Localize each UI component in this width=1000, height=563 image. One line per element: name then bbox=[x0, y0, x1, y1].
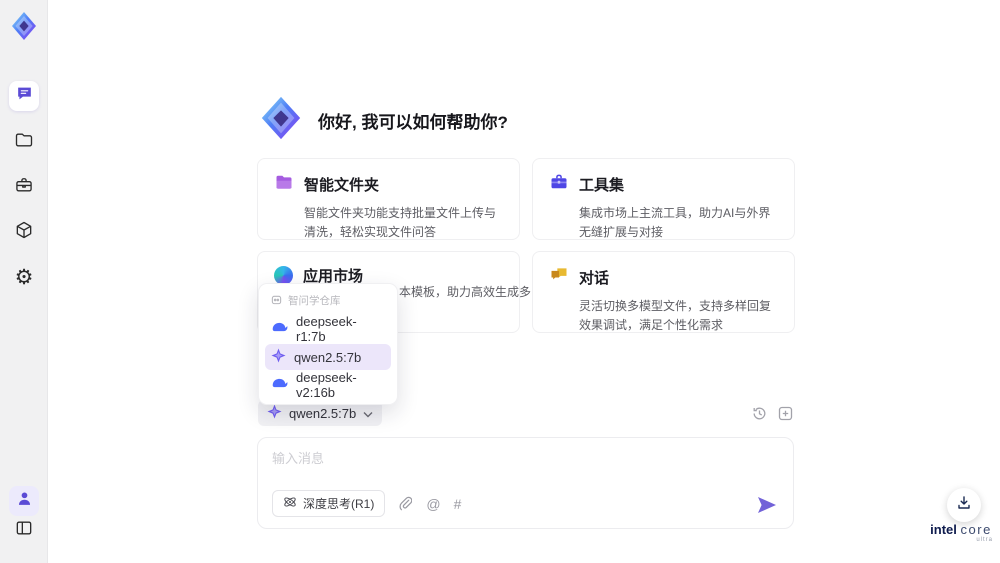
sidebar-item-account[interactable] bbox=[9, 486, 39, 516]
new-chat-icon[interactable] bbox=[777, 405, 794, 422]
greeting-logo-icon bbox=[258, 95, 304, 146]
send-icon[interactable] bbox=[757, 496, 777, 514]
attachment-icon[interactable] bbox=[398, 496, 413, 511]
chevron-down-icon bbox=[363, 406, 373, 421]
qwen-icon bbox=[267, 404, 282, 422]
card-description: 智能文件夹功能支持批量文件上传与清洗，轻松实现文件问答 bbox=[304, 206, 497, 239]
greeting-row: 你好, 我可以如何帮助你? bbox=[258, 95, 508, 146]
folder-icon bbox=[14, 130, 34, 155]
card-description: 集成市场上主流工具，助力AI与外界无缝扩展与对接 bbox=[579, 206, 771, 239]
app-logo-icon[interactable] bbox=[8, 10, 40, 42]
qwen-icon bbox=[271, 348, 286, 366]
model-option-label: qwen2.5:7b bbox=[294, 349, 362, 365]
model-option-label: deepseek-r1:7b bbox=[296, 314, 357, 344]
model-option-qwen[interactable]: qwen2.5:7b bbox=[265, 344, 391, 370]
sidebar-item-folders[interactable] bbox=[9, 127, 39, 157]
model-option-deepseek-v2[interactable]: deepseek-v2:16b bbox=[265, 370, 391, 400]
toolset-briefcase-icon bbox=[549, 172, 569, 197]
card-chat[interactable]: 对话 灵活切换多模型文件，支持多样回复效果调试，满足个性化需求 bbox=[532, 251, 795, 333]
download-button[interactable] bbox=[947, 488, 981, 522]
greeting-title: 你好, 我可以如何帮助你? bbox=[318, 113, 508, 132]
card-smart-folder[interactable]: 智能文件夹 智能文件夹功能支持批量文件上传与清洗，轻松实现文件问答 bbox=[257, 158, 520, 240]
model-option-deepseek-r1[interactable]: deepseek-r1:7b bbox=[265, 314, 391, 344]
cube-icon bbox=[14, 220, 34, 245]
sidebar-item-toolbox[interactable] bbox=[9, 172, 39, 202]
model-repo-icon bbox=[271, 294, 282, 308]
chat-icon bbox=[15, 84, 34, 108]
card-title: 工具集 bbox=[579, 177, 625, 194]
sidebar-item-models[interactable] bbox=[9, 217, 39, 247]
intel-sub-text: ultra bbox=[976, 537, 993, 543]
sidebar-item-settings[interactable]: ⚙ bbox=[9, 262, 39, 292]
user-icon bbox=[15, 489, 34, 513]
message-composer: 深度思考(R1) @ # bbox=[257, 437, 794, 529]
sidebar: ⚙ bbox=[0, 0, 48, 563]
composer-toolbar: 深度思考(R1) @ # bbox=[272, 490, 461, 517]
deep-think-toggle[interactable]: 深度思考(R1) bbox=[272, 490, 386, 517]
card-title: 智能文件夹 bbox=[304, 177, 380, 194]
message-input[interactable] bbox=[272, 448, 772, 488]
intel-wordmark: intel bbox=[930, 522, 957, 537]
hash-icon[interactable]: # bbox=[454, 497, 462, 511]
deep-think-label: 深度思考(R1) bbox=[303, 497, 375, 511]
model-selector-label: qwen2.5:7b bbox=[289, 405, 357, 421]
deepseek-whale-icon bbox=[271, 321, 288, 337]
history-icon[interactable] bbox=[751, 405, 768, 422]
gear-icon: ⚙ bbox=[14, 265, 34, 289]
session-actions bbox=[751, 405, 794, 422]
model-option-label: deepseek-v2:16b bbox=[296, 370, 357, 400]
panel-icon bbox=[14, 518, 34, 543]
download-icon bbox=[956, 495, 972, 516]
briefcase-icon bbox=[14, 175, 34, 200]
deepseek-whale-icon bbox=[271, 377, 288, 393]
folder-filled-icon bbox=[274, 172, 294, 197]
card-toolset[interactable]: 工具集 集成市场上主流工具，助力AI与外界无缝扩展与对接 bbox=[532, 158, 795, 240]
chat-bubbles-icon bbox=[549, 265, 569, 290]
card-description-partial: 本模板，助力高效生成多 bbox=[399, 285, 532, 299]
card-title: 对话 bbox=[579, 270, 610, 287]
model-repo-label: 智问学仓库 bbox=[288, 295, 341, 307]
model-repo-header: 智问学仓库 bbox=[265, 290, 391, 314]
atom-icon bbox=[283, 495, 297, 512]
intel-core-logo: intel core ultra bbox=[929, 522, 993, 543]
core-wordmark: core bbox=[960, 522, 992, 537]
model-dropdown: 智问学仓库 deepseek-r1:7b qwen2.5:7b deepseek… bbox=[258, 283, 398, 405]
app-window: ⚙ 你好, 我可以如何帮助你? 智能文件夹 智能文件夹功能支持批量文件上传与清洗… bbox=[0, 0, 1000, 563]
sidebar-item-chat[interactable] bbox=[9, 81, 39, 111]
card-description: 灵活切换多模型文件，支持多样回复效果调试，满足个性化需求 bbox=[579, 299, 772, 332]
sidebar-item-collapse[interactable] bbox=[9, 515, 39, 545]
mention-icon[interactable]: @ bbox=[426, 497, 440, 511]
